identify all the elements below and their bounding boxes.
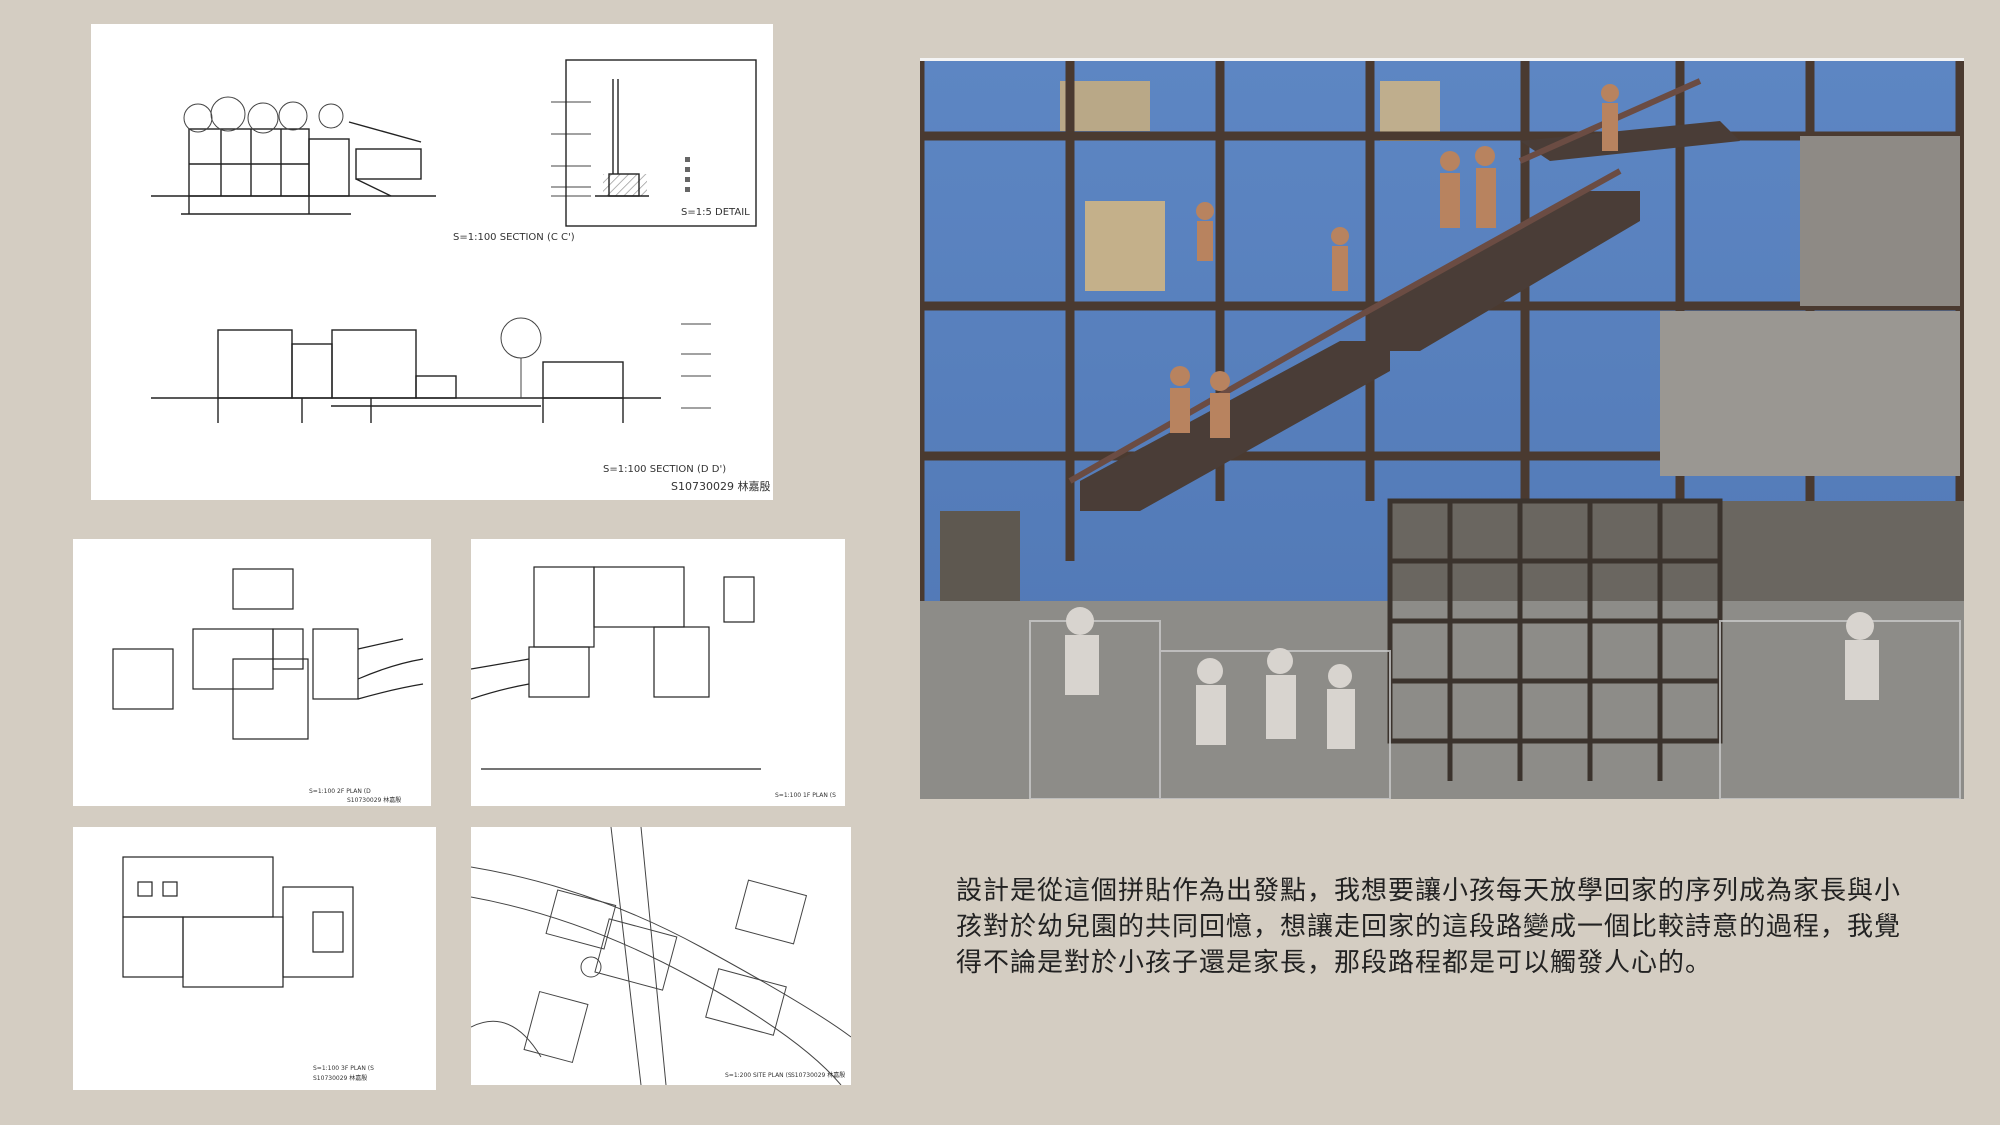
plan-3-id: S10730029 林嘉殷	[313, 1074, 367, 1082]
plan-sheet-2: S=1:100 1F PLAN (S	[471, 539, 845, 806]
section-cc-label: S=1:100 SECTION (C C')	[453, 232, 575, 243]
floor-plan-2f: S=1:100 2F PLAN (D S10730029 林嘉殷	[112, 568, 424, 804]
plan-1-label: S=1:100 2F PLAN (D	[309, 788, 371, 795]
design-description: 設計是從這個拼貼作為出發點，我想要讓小孩每天放學回家的序列成為家長與小孩對於幼兒…	[956, 876, 1902, 978]
plan-1-id: S10730029 林嘉殷	[347, 796, 401, 804]
floor-plan-3f: S=1:100 3F PLAN (S S10730029 林嘉殷	[122, 856, 374, 1082]
plan-2-label: S=1:100 1F PLAN (S	[775, 792, 836, 799]
collage-image	[920, 58, 1964, 799]
floor-plan-1f: S=1:100 1F PLAN (S	[471, 566, 836, 799]
section-dd-label: S=1:100 SECTION (D D')	[603, 464, 726, 475]
site-plan-sheet: S=1:200 SITE PLAN (S S10730029 林嘉殷	[471, 827, 851, 1085]
plan-sheet-1: S=1:100 2F PLAN (D S10730029 林嘉殷	[73, 539, 431, 806]
site-plan-label: S=1:200 SITE PLAN (S	[725, 1072, 792, 1079]
sections-student-id: S10730029 林嘉殷	[671, 479, 770, 493]
site-plan-id: S10730029 林嘉殷	[791, 1071, 845, 1079]
children-stairs-collage	[920, 61, 1964, 799]
site-plan: S=1:200 SITE PLAN (S S10730029 林嘉殷	[471, 827, 851, 1085]
plan-sheet-3: S=1:100 3F PLAN (S S10730029 林嘉殷	[73, 827, 436, 1090]
plan-3-label: S=1:100 3F PLAN (S	[313, 1065, 374, 1072]
section-drawings-sheet: S=1:5 DETAIL S=1:100 SECTION (C C') S=1:	[91, 24, 773, 500]
section-drawings: S=1:5 DETAIL S=1:100 SECTION (C C') S=1:	[151, 59, 770, 493]
detail-label: S=1:5 DETAIL	[681, 207, 750, 218]
